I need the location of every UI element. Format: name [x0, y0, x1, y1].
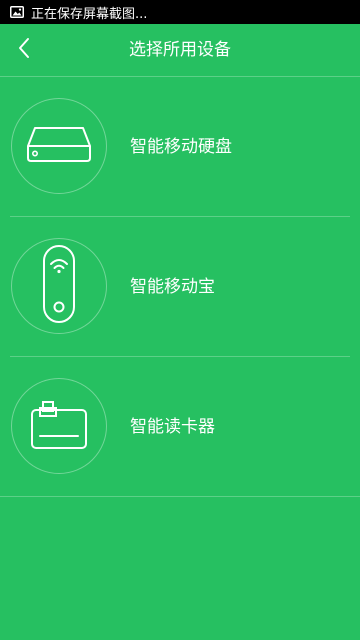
device-label: 智能读卡器 — [130, 417, 215, 437]
divider — [0, 496, 360, 497]
chevron-left-icon — [17, 37, 31, 63]
wifi-power-bank-icon — [41, 244, 77, 328]
device-item-hard-drive[interactable]: 智能移动硬盘 — [0, 77, 360, 217]
image-icon — [10, 6, 24, 18]
device-list: 智能移动硬盘 智能移动宝 智能读卡器 — [0, 77, 360, 497]
back-button[interactable] — [6, 32, 42, 68]
device-label: 智能移动宝 — [130, 277, 215, 297]
status-text: 正在保存屏幕截图... — [31, 6, 148, 22]
device-icon-circle — [11, 238, 107, 334]
hard-drive-icon — [25, 124, 93, 168]
status-bar: 正在保存屏幕截图... — [0, 0, 360, 24]
app-bar: 选择所用设备 — [0, 24, 360, 77]
page-title: 选择所用设备 — [129, 40, 231, 60]
device-icon-circle — [11, 98, 107, 194]
device-icon-circle — [11, 378, 107, 474]
card-reader-icon — [29, 398, 89, 454]
device-item-card-reader[interactable]: 智能读卡器 — [0, 357, 360, 497]
device-label: 智能移动硬盘 — [130, 137, 232, 157]
device-item-power-bank[interactable]: 智能移动宝 — [0, 217, 360, 357]
